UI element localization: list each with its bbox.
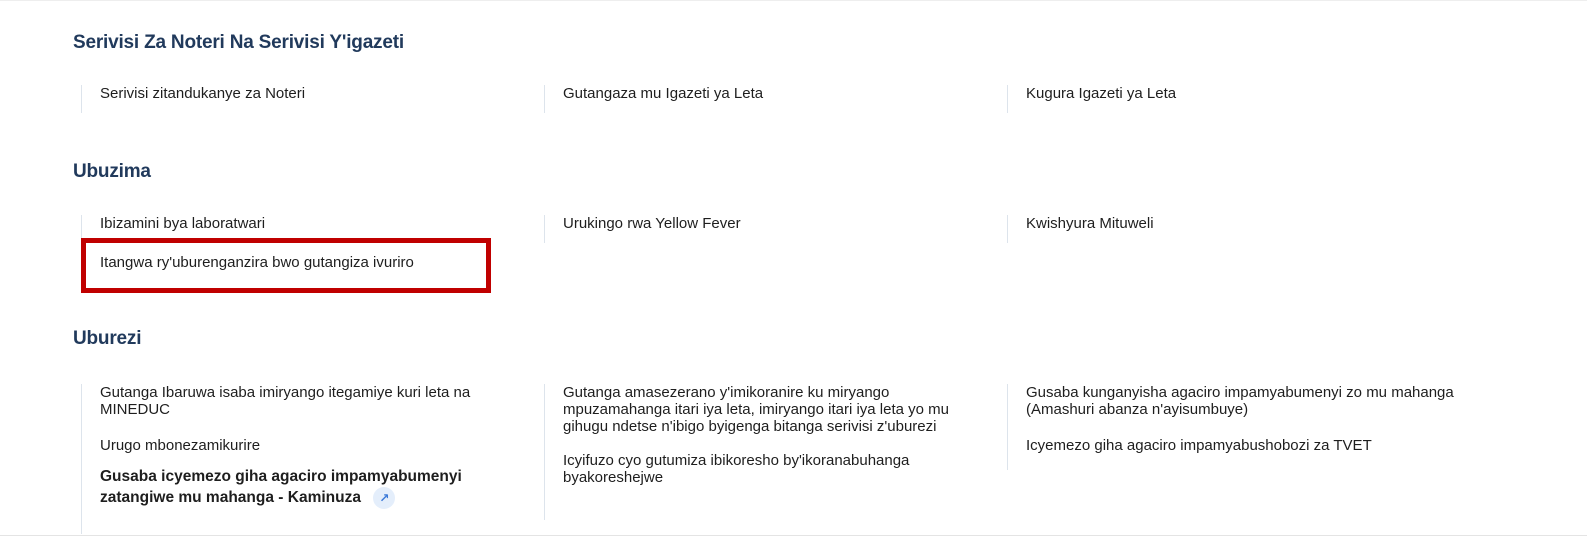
- bottom-divider: [0, 535, 1587, 536]
- service-link-mituweli[interactable]: Kwishyura Mituweli: [1026, 215, 1446, 232]
- column-1: Gutanga Ibaruwa isaba imiryango itegamiy…: [81, 384, 520, 534]
- service-link-degree-equivalence[interactable]: Gusaba icyemezo giha agaciro impamyabume…: [100, 468, 462, 506]
- column-3: Kwishyura Mituweli: [1007, 215, 1446, 243]
- service-link-cooperation-agreement[interactable]: Gutanga amasezerano y'imikoranire ku mir…: [563, 384, 983, 435]
- column-2: Gutanga amasezerano y'imikoranire ku mir…: [544, 384, 983, 520]
- top-divider: [0, 0, 1587, 1]
- column-2: Urukingo rwa Yellow Fever: [544, 215, 983, 243]
- service-link-notary-services[interactable]: Serivisi zitandukanye za Noteri: [100, 85, 520, 102]
- service-link-ngo-letter[interactable]: Gutanga Ibaruwa isaba imiryango itegamiy…: [100, 384, 530, 418]
- section-title: Uburezi: [73, 328, 142, 349]
- column-3: Gusaba kunganyisha agaciro impamyabumeny…: [1007, 384, 1454, 470]
- highlight-box: [81, 238, 491, 293]
- column-3: Kugura Igazeti ya Leta: [1007, 85, 1446, 113]
- arrow-up-right-icon[interactable]: ↗: [373, 487, 396, 509]
- section-health: Ubuzima: [73, 160, 1513, 184]
- service-link-gazette-publish[interactable]: Gutangaza mu Igazeti ya Leta: [563, 85, 983, 102]
- section-title: Serivisi Za Noteri Na Serivisi Y'igazeti: [73, 32, 404, 53]
- service-link-yellow-fever[interactable]: Urukingo rwa Yellow Fever: [563, 215, 983, 232]
- section-title: Ubuzima: [73, 161, 151, 182]
- service-link-lab-tests[interactable]: Ibizamini bya laboratwari: [100, 215, 520, 232]
- service-link-tvet-equivalence[interactable]: Icyemezo giha agaciro impamyabushobozi z…: [1026, 437, 1446, 454]
- service-link-foreign-certificate[interactable]: Gusaba kunganyisha agaciro impamyabumeny…: [1026, 384, 1456, 418]
- service-link-ecd-center[interactable]: Urugo mbonezamikurire: [100, 437, 520, 454]
- featured-link-wrapper: Gusaba icyemezo giha agaciro impamyabume…: [100, 466, 520, 509]
- section-education: Uburezi: [73, 327, 1513, 351]
- section-notary: Serivisi Za Noteri Na Serivisi Y'igazeti: [73, 31, 1513, 55]
- column-2: Gutangaza mu Igazeti ya Leta: [544, 85, 983, 113]
- service-link-ict-import[interactable]: Icyifuzo cyo gutumiza ibikoresho by'ikor…: [563, 452, 963, 486]
- service-link-gazette-buy[interactable]: Kugura Igazeti ya Leta: [1026, 85, 1446, 102]
- column-1: Serivisi zitandukanye za Noteri: [81, 85, 520, 113]
